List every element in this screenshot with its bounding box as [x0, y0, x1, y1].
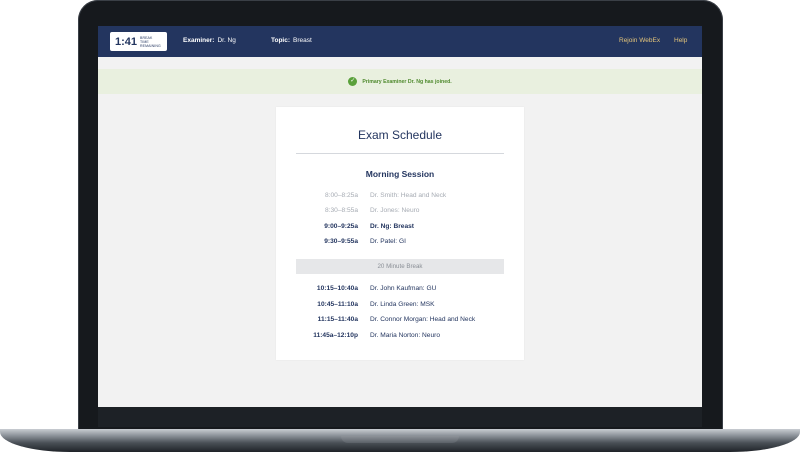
check-circle-icon: ✓ [348, 77, 358, 86]
schedule-row: 11:15–11:40a Dr. Connor Morgan: Head and… [276, 316, 524, 328]
schedule-row: 8:30–8:55a Dr. Jones: Neuro [276, 207, 524, 219]
schedule-row: 10:45–11:10a Dr. Linda Green: MSK [276, 301, 524, 313]
schedule-row: 10:15–10:40a Dr. John Kaufman: GU [276, 285, 524, 297]
row-exam: Dr. Patel: GI [370, 238, 406, 245]
schedule-title: Exam Schedule [357, 128, 443, 142]
schedule-row: 8:00–8:25a Dr. Smith: Head and Neck [276, 192, 524, 204]
schedule-row: 9:00–9:25a Dr. Ng: Breast [276, 223, 524, 235]
session-title: Morning Session [365, 169, 435, 179]
examiner-info: Examiner: Dr. Ng [183, 37, 236, 44]
row-time: 11:45a–12:10p [313, 332, 358, 339]
row-time: 9:30–9:55a [324, 238, 358, 245]
break-timer: 1:41 BREAK TIME REMAINING [110, 32, 167, 51]
timer-value: 1:41 [115, 35, 138, 48]
row-exam: Dr. Jones: Neuro [370, 207, 420, 214]
row-time: 9:00–9:25a [324, 223, 358, 230]
schedule-row: 9:30–9:55a Dr. Patel: GI [276, 238, 524, 250]
examiner-label: Examiner: [183, 37, 215, 44]
row-exam: Dr. Maria Norton: Neuro [370, 332, 440, 339]
top-nav-bar: 1:41 BREAK TIME REMAINING Examiner: Dr. N… [98, 26, 702, 57]
row-time: 10:45–11:10a [317, 301, 358, 308]
laptop-bezel [98, 407, 702, 427]
help-link[interactable]: Help [674, 37, 687, 44]
row-time: 11:15–11:40a [317, 316, 358, 323]
title-divider [296, 153, 504, 154]
row-time: 10:15–10:40a [316, 285, 358, 292]
laptop-notch [341, 436, 459, 443]
row-exam: Dr. Ng: Breast [370, 223, 414, 230]
joined-notification: ✓ Primary Examiner Dr. Ng has joined. [98, 69, 702, 94]
schedule-row: 11:45a–12:10p Dr. Maria Norton: Neuro [276, 332, 524, 344]
row-exam: Dr. Connor Morgan: Head and Neck [370, 316, 476, 323]
rejoin-webex-link[interactable]: Rejoin WebEx [619, 37, 660, 44]
timer-caption: BREAK TIME REMAINING [140, 35, 161, 48]
row-exam: Dr. Linda Green: MSK [370, 301, 435, 308]
examiner-value: Dr. Ng [217, 37, 236, 44]
break-divider: 20 Minute Break [296, 259, 504, 274]
row-time: 8:00–8:25a [324, 192, 358, 199]
row-exam: Dr. John Kaufman: GU [370, 285, 437, 292]
topic-info: Topic: Breast [271, 37, 312, 44]
topic-value: Breast [293, 37, 312, 44]
app-screen: 1:41 BREAK TIME REMAINING Examiner: Dr. N… [98, 26, 702, 407]
topic-label: Topic: [271, 37, 291, 44]
row-time: 8:30–8:55a [324, 207, 358, 214]
exam-schedule-card: Exam Schedule Morning Session 8:00–8:25a… [276, 107, 524, 360]
notification-text: Primary Examiner Dr. Ng has joined. [362, 78, 452, 85]
row-exam: Dr. Smith: Head and Neck [370, 192, 447, 199]
